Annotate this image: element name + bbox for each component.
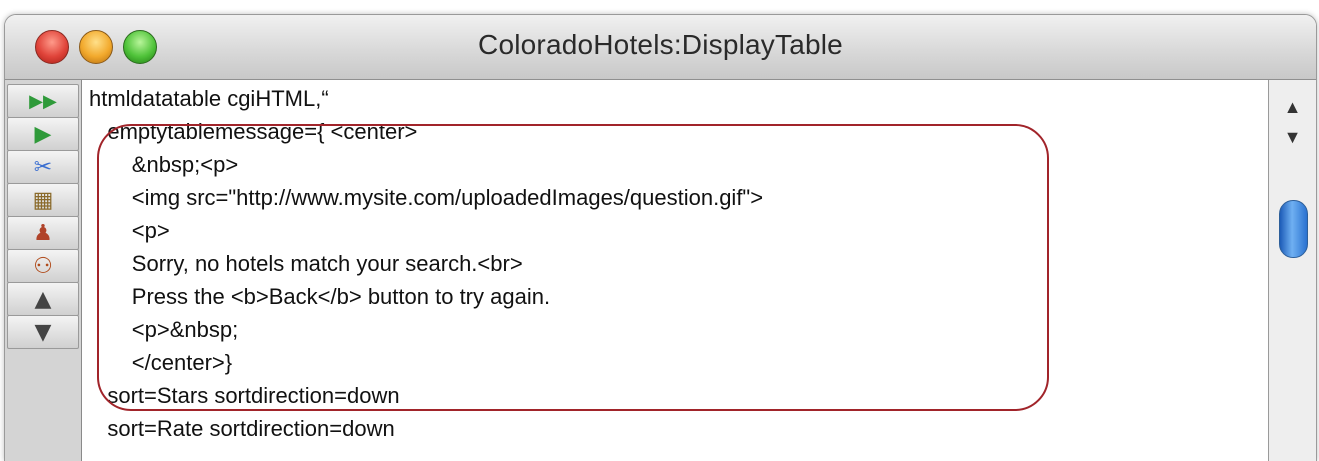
cut-button[interactable]: ✂ bbox=[7, 150, 79, 184]
procedure-window: ColoradoHotels:DisplayTable ▶▶ ▶ ✂ ▦ ♟ ⚇ ▲ ▼ ht… bbox=[4, 14, 1317, 461]
code-line[interactable]: <p>&nbsp; bbox=[89, 313, 763, 346]
run-button[interactable]: ▶ bbox=[7, 117, 79, 151]
procedure-toolbar: ▶▶ ▶ ✂ ▦ ♟ ⚇ ▲ ▼ bbox=[5, 80, 82, 461]
scroll-up-arrow[interactable]: ▲ bbox=[1269, 92, 1316, 122]
code-line[interactable]: &nbsp;<p> bbox=[89, 148, 763, 181]
code-line[interactable]: Press the <b>Back</b> button to try agai… bbox=[89, 280, 763, 313]
scroll-down-button[interactable]: ▼ bbox=[7, 315, 79, 349]
code-line[interactable]: <p> bbox=[89, 214, 763, 247]
fast-forward-icon: ▶▶ bbox=[29, 90, 57, 112]
run-all-button[interactable]: ▶▶ bbox=[7, 84, 79, 118]
code-line[interactable]: Sorry, no hotels match your search.<br> bbox=[89, 247, 763, 280]
scissors-icon: ✂ bbox=[33, 154, 53, 180]
procedure-button[interactable]: ▦ bbox=[7, 183, 79, 217]
title-bar[interactable]: ColoradoHotels:DisplayTable bbox=[5, 15, 1316, 80]
triangle-up-icon: ▲ bbox=[34, 286, 52, 312]
code-line[interactable]: htmldatatable cgiHTML,“ bbox=[89, 82, 763, 115]
debug-button[interactable]: ⚇ bbox=[7, 249, 79, 283]
window-title: ColoradoHotels:DisplayTable bbox=[478, 29, 843, 60]
triangle-down-icon: ▼ bbox=[34, 319, 52, 345]
code-line[interactable]: sort=Stars sortdirection=down bbox=[89, 379, 763, 412]
scroll-thumb[interactable] bbox=[1279, 200, 1308, 258]
scroll-up-button[interactable]: ▲ bbox=[7, 282, 79, 316]
grid-icon: ▦ bbox=[32, 187, 54, 213]
bugs-icon: ⚇ bbox=[33, 253, 53, 279]
vertical-scrollbar[interactable]: ▲ ▼ bbox=[1268, 80, 1316, 461]
scroll-down-arrow[interactable]: ▼ bbox=[1269, 122, 1316, 152]
procedure-text[interactable]: htmldatatable cgiHTML,“ emptytablemessag… bbox=[89, 82, 763, 445]
code-line[interactable]: <img src="http://www.mysite.com/uploaded… bbox=[89, 181, 763, 214]
play-icon: ▶ bbox=[34, 121, 52, 147]
code-line[interactable]: emptytablemessage={ <center> bbox=[89, 115, 763, 148]
code-editor[interactable]: htmldatatable cgiHTML,“ emptytablemessag… bbox=[83, 80, 1268, 461]
code-line[interactable]: </center>} bbox=[89, 346, 763, 379]
code-line[interactable]: sort=Rate sortdirection=down bbox=[89, 412, 763, 445]
stamp-button[interactable]: ♟ bbox=[7, 216, 79, 250]
stamp-icon: ♟ bbox=[33, 220, 53, 246]
